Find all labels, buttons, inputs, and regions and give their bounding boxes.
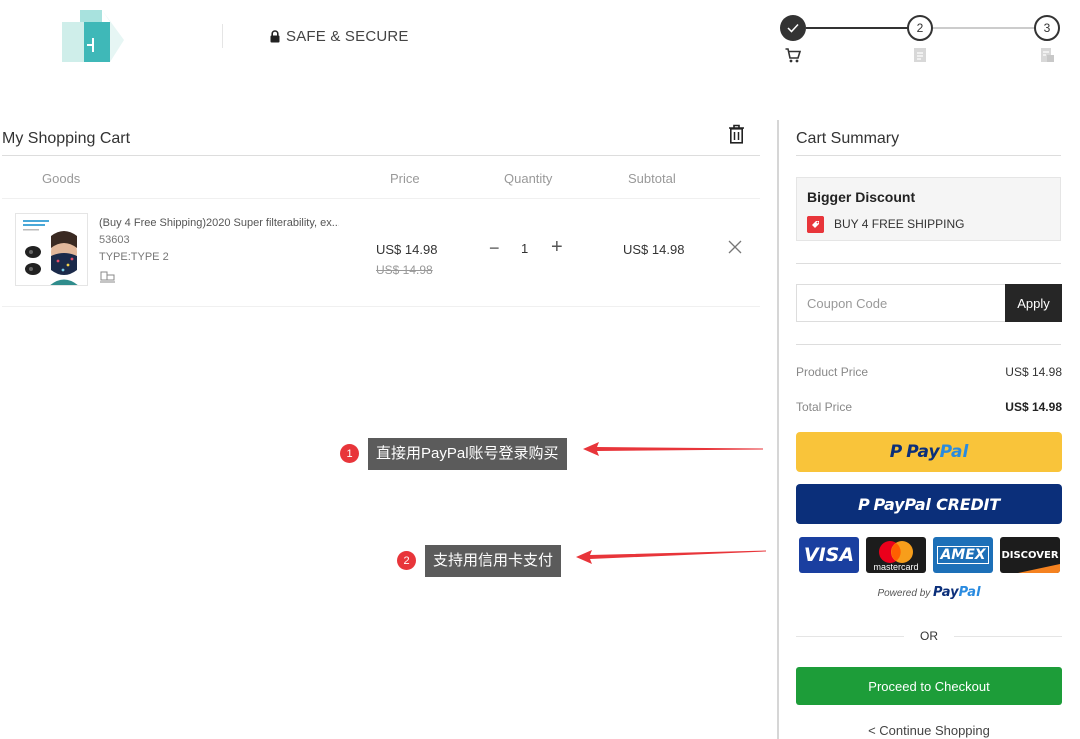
- paypal-pal-text: Pal: [939, 442, 969, 462]
- tag-icon: [807, 216, 824, 233]
- or-label: OR: [920, 629, 938, 643]
- step-1-circle: [780, 15, 806, 41]
- annotation-1-badge: 1: [340, 444, 359, 463]
- coupon-code-input[interactable]: [796, 284, 1005, 322]
- summary-title: Cart Summary: [796, 130, 900, 147]
- paypal-button[interactable]: P Pay Pal: [796, 432, 1062, 472]
- annotation-2-badge: 2: [397, 551, 416, 570]
- step-3-circle: 3: [1034, 15, 1060, 41]
- powered-pal-text: Pal: [958, 585, 981, 600]
- item-subtotal: US$ 14.98: [623, 242, 685, 257]
- payment-doc-icon: [1041, 48, 1054, 62]
- trash-icon[interactable]: [728, 124, 745, 144]
- paypal-mark-icon: P: [889, 442, 903, 462]
- summary-rule: [796, 155, 1061, 156]
- paypal-pay-text: Pay: [906, 442, 940, 462]
- header-divider: [222, 24, 223, 48]
- item-original-price: US$ 14.98: [376, 263, 433, 277]
- product-type: TYPE:TYPE 2: [99, 251, 169, 263]
- safe-secure-badge: SAFE & SECURE: [270, 28, 409, 45]
- paypal-credit-text: PayPal CREDIT: [873, 494, 1001, 514]
- lock-icon: [270, 30, 280, 43]
- document-icon: [914, 48, 926, 62]
- amex-icon: AMEX: [933, 537, 993, 573]
- checkout-progress: 2 3: [780, 14, 1064, 72]
- cart-header-rule: [2, 155, 760, 156]
- column-separator: [777, 120, 779, 739]
- quantity-increase-button[interactable]: +: [551, 236, 569, 258]
- mastercard-label: mastercard: [873, 562, 919, 572]
- quantity-value[interactable]: 1: [521, 241, 528, 256]
- amex-label: AMEX: [937, 546, 989, 564]
- or-divider-right: [954, 636, 1062, 637]
- powered-by-label: Powered by: [877, 588, 931, 599]
- discount-title: Bigger Discount: [807, 189, 916, 205]
- column-subtotal: Subtotal: [628, 171, 676, 186]
- discover-label: DISCOVER: [1001, 549, 1059, 561]
- apply-coupon-button[interactable]: Apply: [1005, 284, 1062, 322]
- annotation-2-arrow: [576, 550, 766, 564]
- paypal-mark-icon: P: [857, 494, 870, 514]
- product-name[interactable]: (Buy 4 Free Shipping)2020 Super filterab…: [99, 217, 339, 229]
- column-price: Price: [390, 171, 420, 186]
- cart-icon: [785, 48, 801, 63]
- continue-shopping-link[interactable]: < Continue Shopping: [796, 723, 1062, 738]
- table-header-divider: [2, 198, 760, 199]
- cart-title: My Shopping Cart: [2, 130, 131, 147]
- site-logo[interactable]: [62, 10, 128, 64]
- or-divider-left: [796, 636, 904, 637]
- product-price-value: US$ 14.98: [1005, 365, 1062, 379]
- total-price-value: US$ 14.98: [1005, 400, 1062, 414]
- powered-pay-text: Pay: [933, 585, 959, 600]
- table-row-divider: [2, 306, 760, 307]
- step-line-todo: [932, 27, 1036, 29]
- powered-by-paypal: Powered by PayPal: [796, 585, 1062, 600]
- visa-icon: VISA: [799, 537, 859, 573]
- secure-label: SAFE & SECURE: [286, 28, 409, 45]
- logo-icon: [62, 10, 124, 62]
- step-2-circle: 2: [907, 15, 933, 41]
- quantity-decrease-button[interactable]: −: [489, 239, 503, 259]
- mastercard-icon: mastercard: [866, 537, 926, 573]
- annotation-1-arrow: [583, 442, 763, 456]
- total-price-label: Total Price: [796, 400, 853, 414]
- discover-icon: DISCOVER: [1000, 537, 1060, 573]
- paypal-credit-button[interactable]: P PayPal CREDIT: [796, 484, 1062, 524]
- item-price: US$ 14.98: [376, 242, 438, 257]
- product-image: [16, 214, 87, 285]
- summary-rule: [796, 263, 1061, 264]
- product-sku: 53603: [99, 234, 130, 246]
- close-icon[interactable]: [728, 240, 742, 254]
- proceed-to-checkout-button[interactable]: Proceed to Checkout: [796, 667, 1062, 705]
- card-logos: VISA mastercard AMEX DISCOVER: [799, 537, 1061, 573]
- product-thumbnail[interactable]: [15, 213, 88, 286]
- discount-label: BUY 4 FREE SHIPPING: [834, 217, 965, 231]
- product-price-label: Product Price: [796, 365, 869, 379]
- discover-stripe: [1018, 564, 1060, 573]
- check-icon: [787, 23, 799, 33]
- column-goods: Goods: [42, 171, 81, 186]
- annotation-1-text: 直接用PayPal账号登录购买: [368, 438, 567, 470]
- summary-rule: [796, 344, 1061, 345]
- discount-box: Bigger Discount BUY 4 FREE SHIPPING: [796, 177, 1061, 241]
- annotation-2-text: 支持用信用卡支付: [425, 545, 562, 577]
- shipping-icon: [100, 271, 115, 283]
- column-quantity: Quantity: [504, 171, 553, 186]
